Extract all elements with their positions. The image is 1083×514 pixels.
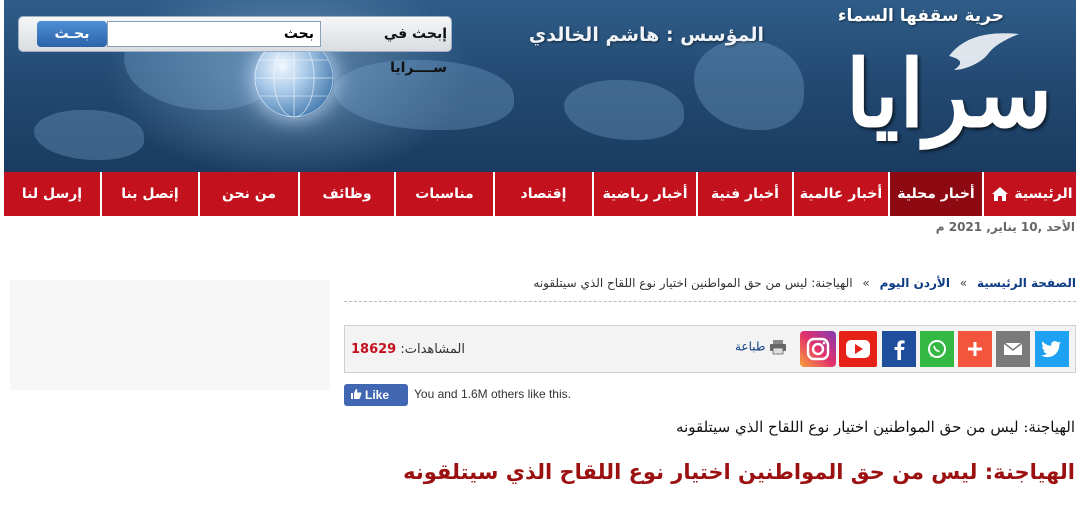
breadcrumb-separator: »: [862, 276, 870, 290]
nav-item-art-news[interactable]: أخبار فنية: [696, 172, 792, 216]
nav-item-occasions[interactable]: مناسبات: [394, 172, 493, 216]
background-watermark: [10, 280, 330, 390]
whatsapp-icon: [920, 331, 954, 367]
print-link[interactable]: طباعة: [735, 339, 787, 355]
article-headline: الهياجنة: ليس من حق المواطنين اختيار نوع…: [403, 460, 1075, 484]
like-label: Like: [365, 388, 390, 402]
nav-item-world-news[interactable]: أخبار عالمية: [792, 172, 888, 216]
twitter-icon: [1035, 331, 1069, 367]
breadcrumb-current: الهياجنة: ليس من حق المواطنين اختيار نوع…: [533, 276, 853, 290]
nav-item-home[interactable]: الرئيسية: [982, 172, 1076, 216]
share-toolbar: طباعة المشاهدات: 18629: [344, 325, 1076, 373]
search-form: بحـث إبحث في ســــرايا: [18, 16, 452, 76]
search-button[interactable]: بحـث: [37, 21, 107, 47]
facebook-like-count-text: You and 1.6M others like this.: [414, 387, 571, 401]
facebook-share-button[interactable]: [882, 331, 916, 367]
search-input[interactable]: [107, 21, 321, 47]
site-header: بحـث إبحث في ســــرايا المؤسس : هاشم الخ…: [4, 0, 1076, 172]
thumbs-up-icon: [351, 389, 362, 399]
plus-icon: [958, 331, 992, 367]
instagram-link-button[interactable]: [800, 331, 836, 367]
nav-item-local-news[interactable]: أخبار محلية: [888, 172, 982, 216]
twitter-share-button[interactable]: [1035, 331, 1069, 367]
nav-item-about[interactable]: من نحن: [198, 172, 298, 216]
email-share-button[interactable]: [996, 331, 1030, 367]
breadcrumb-home-link[interactable]: الصفحة الرئيسية: [977, 276, 1076, 290]
instagram-icon: [800, 331, 836, 367]
whatsapp-share-button[interactable]: [920, 331, 954, 367]
nav-item-economy[interactable]: إقتصاد: [493, 172, 592, 216]
facebook-icon: [882, 331, 916, 367]
world-map-decoration: [694, 40, 804, 130]
breadcrumb-section-link[interactable]: الأردن اليوم: [880, 276, 950, 290]
email-icon: [996, 331, 1030, 367]
printer-icon: [770, 340, 787, 355]
world-map-decoration: [34, 110, 144, 160]
nav-item-contact[interactable]: إتصل بنا: [100, 172, 198, 216]
nav-item-label: الرئيسية: [1014, 186, 1073, 202]
current-date: الأحد ,10 يناير, 2021 م: [935, 220, 1075, 234]
search-label: إبحث في ســــرايا: [383, 26, 447, 76]
breadcrumb: الصفحة الرئيسية » الأردن اليوم » الهياجن…: [344, 276, 1076, 302]
youtube-icon: [839, 331, 877, 367]
more-share-button[interactable]: [958, 331, 992, 367]
facebook-like-button[interactable]: Like: [344, 384, 408, 406]
print-label: طباعة: [735, 339, 766, 354]
article-subtitle: الهياجنة: ليس من حق المواطنين اختيار نوع…: [676, 418, 1075, 436]
breadcrumb-separator: »: [959, 276, 968, 290]
nav-item-jobs[interactable]: وظائف: [298, 172, 394, 216]
founder-text: المؤسس : هاشم الخالدي: [528, 24, 764, 46]
views-label: المشاهدات:: [400, 342, 465, 357]
logo-text: سرايا: [845, 40, 1053, 148]
youtube-link-button[interactable]: [839, 331, 877, 367]
world-map-decoration: [564, 80, 684, 140]
home-icon: [992, 187, 1009, 201]
site-logo[interactable]: سرايا: [834, 26, 1074, 166]
nav-item-send-us[interactable]: إرسل لنا: [4, 172, 100, 216]
site-tagline: حرية سقفها السماء: [837, 6, 1004, 26]
nav-item-sports-news[interactable]: أخبار رياضية: [592, 172, 696, 216]
main-nav: الرئيسية أخبار محلية أخبار عالمية أخبار …: [4, 172, 1076, 216]
views-counter: المشاهدات: 18629: [351, 342, 465, 357]
views-count: 18629: [351, 342, 397, 357]
